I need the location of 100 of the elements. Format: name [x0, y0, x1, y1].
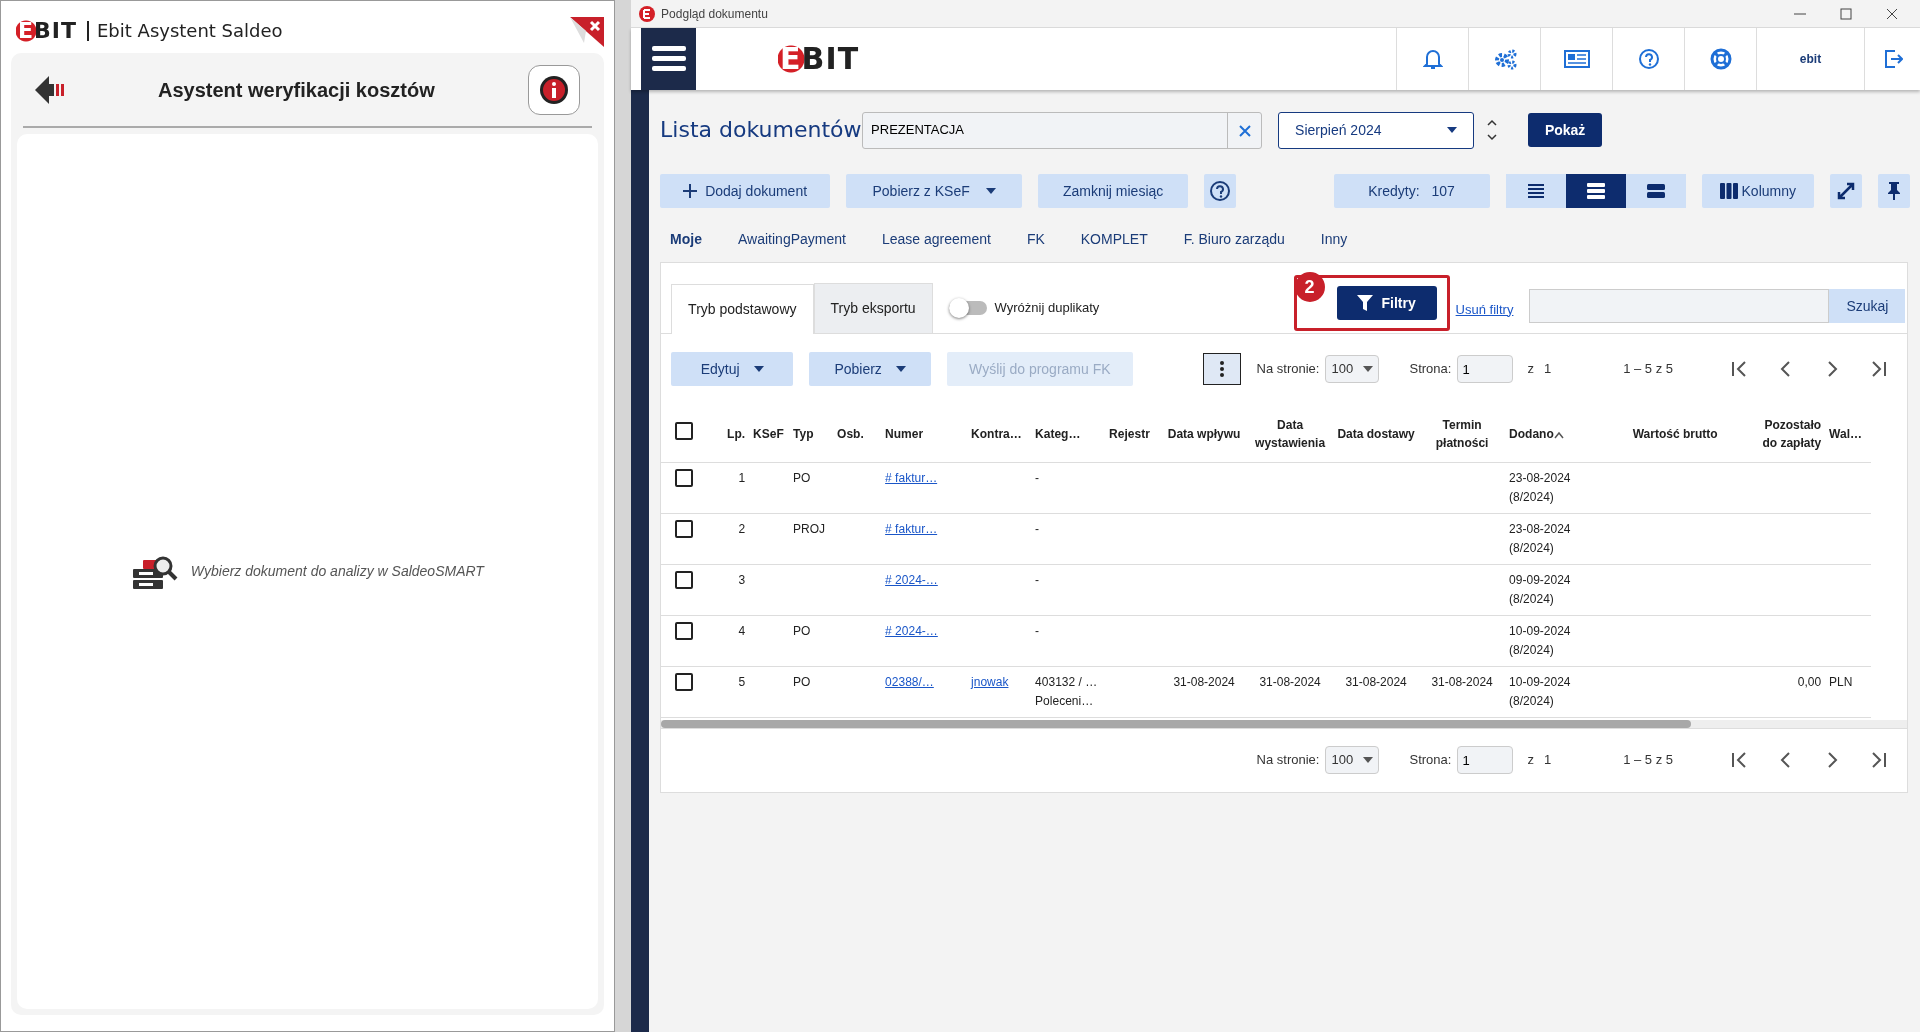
first-page-icon[interactable]	[1731, 360, 1749, 378]
show-button[interactable]: Pokaż	[1528, 113, 1603, 147]
per-page-dropdown[interactable]: 100	[1325, 746, 1380, 774]
page-input[interactable]: 1	[1457, 355, 1514, 383]
close-icon[interactable]	[569, 17, 604, 47]
toggle-label: Wyróżnij duplikaty	[994, 299, 1100, 318]
checkbox[interactable]	[675, 672, 694, 691]
table-cell: -	[1035, 521, 1040, 536]
filter-button[interactable]: Filtry	[1336, 286, 1437, 320]
search-button[interactable]: Szukaj	[1829, 289, 1906, 323]
page-count: 1	[1543, 751, 1552, 770]
news-button[interactable]	[1540, 28, 1612, 90]
search-field[interactable]	[1529, 289, 1830, 323]
caret-icon	[753, 366, 764, 372]
document-link[interactable]: # 2024-…	[885, 572, 938, 587]
column-header[interactable]: Lp.	[727, 425, 746, 444]
column-header[interactable]: KSeF	[753, 425, 784, 444]
column-header[interactable]: Wal…	[1829, 425, 1862, 444]
column-header[interactable]: Termin płatności	[1423, 415, 1502, 452]
column-header[interactable]: Typ	[793, 425, 814, 444]
column-header[interactable]: Kontra…	[971, 425, 1022, 444]
document-link[interactable]: # faktur…	[885, 521, 938, 536]
category-tab[interactable]: KOMPLET	[1062, 228, 1166, 250]
table-cell: -	[1035, 572, 1040, 587]
period-dropdown[interactable]: Sierpień 2024	[1278, 111, 1475, 149]
table-cell: 31-08-2024	[1431, 674, 1493, 689]
table-cell: 0,00	[1797, 674, 1822, 689]
info-button[interactable]	[527, 64, 580, 115]
page-input[interactable]: 1	[1457, 746, 1514, 774]
expand-button[interactable]	[1830, 174, 1862, 208]
last-page-icon[interactable]	[1869, 751, 1887, 769]
info-icon	[538, 74, 569, 105]
table-cell: 2	[738, 521, 746, 536]
help-button[interactable]	[1612, 28, 1684, 90]
document-link[interactable]: # faktur…	[885, 470, 938, 485]
close-month-button[interactable]: Zamknij miesiąc	[1038, 174, 1189, 208]
page-label: Strona:	[1409, 751, 1452, 770]
column-header[interactable]: Pozostało do zapłaty	[1749, 415, 1822, 452]
column-header[interactable]: Rejestr	[1109, 425, 1150, 444]
last-page-icon[interactable]	[1869, 360, 1887, 378]
action-button[interactable]: Pobierz	[809, 352, 932, 386]
category-tab[interactable]: Inny	[1302, 228, 1366, 250]
caret-icon	[895, 366, 906, 372]
first-page-icon[interactable]	[1731, 751, 1749, 769]
toggle-switch[interactable]	[948, 301, 987, 315]
up-down-arrows-icon[interactable]	[1486, 117, 1499, 143]
logout-button[interactable]	[1864, 28, 1920, 90]
view-mode-button[interactable]	[1505, 174, 1566, 208]
checkbox[interactable]	[675, 621, 694, 640]
support-button[interactable]	[1684, 28, 1756, 90]
more-options-button[interactable]	[1202, 353, 1241, 385]
settings-button[interactable]	[1468, 28, 1540, 90]
scrollbar-thumb[interactable]	[661, 719, 1692, 728]
checkbox[interactable]	[675, 468, 694, 487]
columns-icon	[1719, 183, 1738, 199]
pin-button[interactable]	[1878, 174, 1910, 208]
help-button[interactable]	[1204, 174, 1237, 208]
ksef-dropdown-button[interactable]: Pobierz z KSeF	[846, 174, 1023, 208]
category-tab[interactable]: AwaitingPayment	[720, 228, 864, 250]
table-cell: PROJ	[793, 521, 826, 536]
table-cell: PO	[793, 623, 811, 638]
column-header[interactable]: Data wpływu	[1167, 425, 1241, 444]
document-link[interactable]: jnowak	[971, 674, 1009, 689]
user-button[interactable]: ebit	[1756, 28, 1864, 90]
category-tab[interactable]: FK	[1008, 228, 1063, 250]
per-page-dropdown[interactable]: 100	[1325, 355, 1380, 383]
table-cell: PO	[793, 674, 811, 689]
category-tab[interactable]: Moje	[660, 228, 720, 250]
document-link[interactable]: # 2024-…	[885, 623, 938, 638]
columns-button[interactable]: Kolumny	[1701, 174, 1814, 208]
bell-icon	[1422, 48, 1443, 70]
question-icon	[1210, 181, 1231, 201]
column-header[interactable]: Data dostawy	[1337, 425, 1415, 444]
column-header[interactable]: Wartość brutto	[1632, 425, 1718, 444]
mode-tab[interactable]: Tryb eksportu	[813, 283, 933, 333]
checkbox[interactable]	[675, 422, 694, 441]
action-button[interactable]: Edytuj	[671, 352, 794, 386]
clear-filters-link[interactable]: Usuń filtry	[1455, 299, 1514, 319]
pin-icon	[1887, 182, 1901, 200]
column-header[interactable]: Osb.	[837, 425, 864, 444]
table-cell: 403132 / … Poleceni…	[1035, 674, 1098, 708]
add-document-button[interactable]: Dodaj dokument	[660, 174, 831, 208]
caret-icon	[1447, 127, 1458, 133]
notifications-button[interactable]	[1396, 28, 1468, 90]
table-cell: 3	[738, 572, 746, 587]
category-tab[interactable]: F. Biuro zarządu	[1165, 228, 1303, 250]
expand-icon	[1837, 182, 1855, 200]
checkbox[interactable]	[675, 519, 694, 538]
view-mode-button[interactable]	[1565, 174, 1626, 208]
view-mode-button[interactable]	[1625, 174, 1686, 208]
column-header[interactable]: Numer	[885, 425, 924, 444]
back-arrow-icon[interactable]	[35, 75, 65, 104]
checkbox[interactable]	[675, 570, 694, 589]
column-header[interactable]: Data wystawienia	[1251, 415, 1330, 452]
menu-button[interactable]	[641, 28, 697, 90]
category-tab[interactable]: Lease agreement	[863, 228, 1009, 250]
column-header[interactable]: Dodano	[1509, 425, 1564, 444]
document-link[interactable]: 02388/…	[885, 674, 934, 689]
column-header[interactable]: Kateg…	[1035, 425, 1081, 444]
mode-tab[interactable]: Tryb podstawowy	[671, 284, 814, 334]
